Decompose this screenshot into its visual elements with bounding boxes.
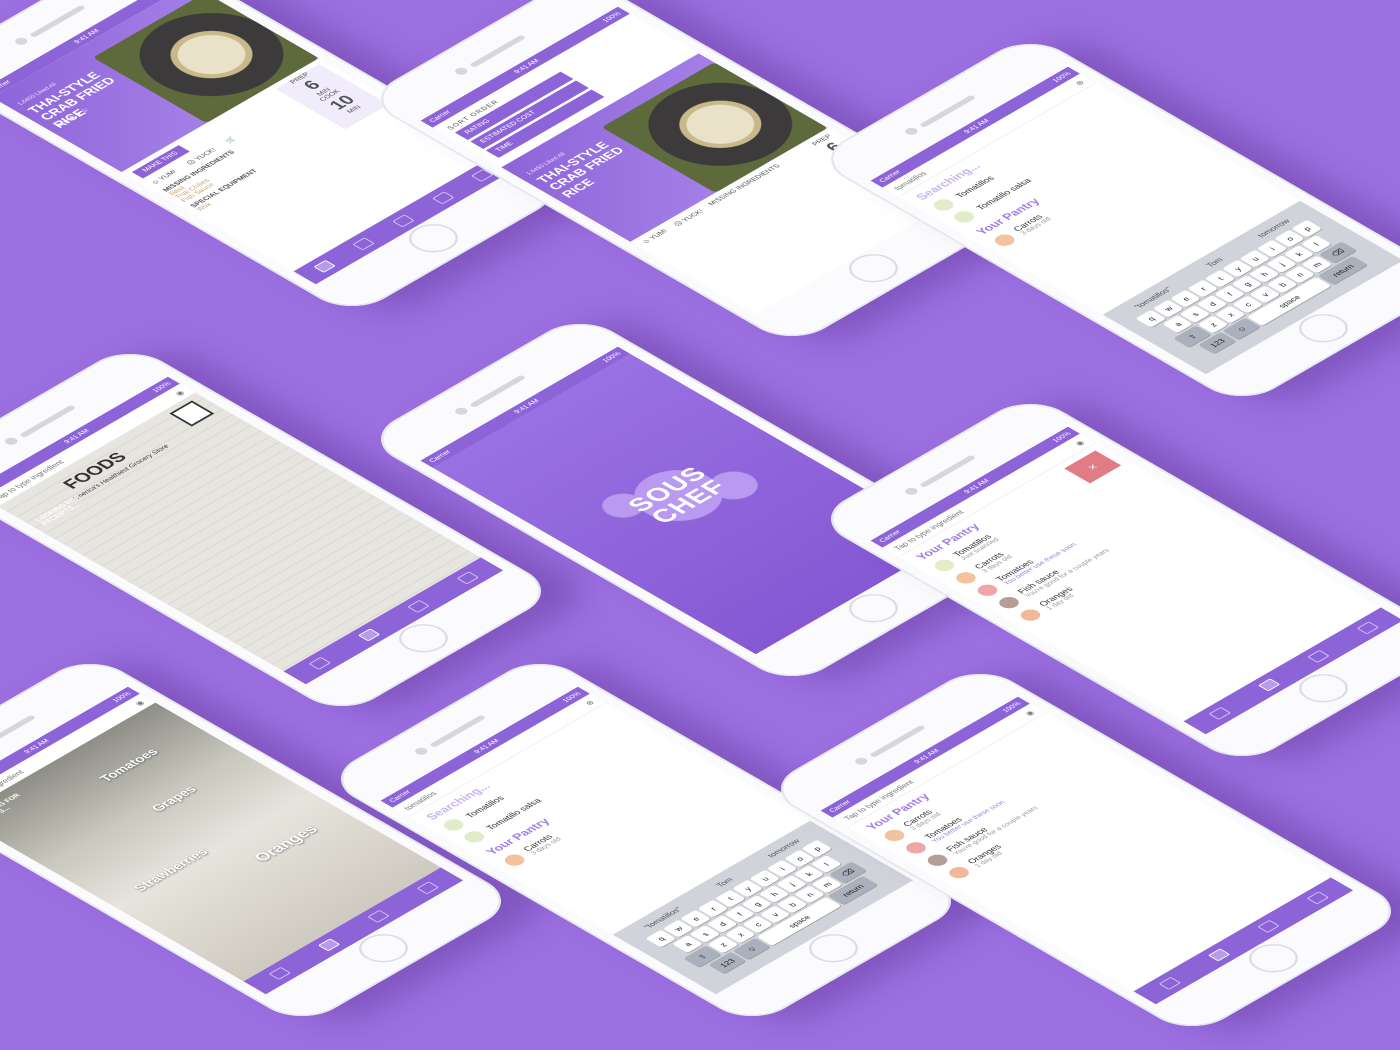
scan-status: LOOKING FOR RECEIPTS... (34, 494, 83, 527)
tab-bar (293, 157, 514, 285)
keyboard: "tomatillos" Tom tomorrow qwertyuiop asdfg… (1102, 200, 1400, 375)
suggestion[interactable]: Tom (1204, 256, 1225, 268)
speaker (869, 724, 927, 758)
speaker (469, 374, 527, 408)
status-bar: Carrier 9:41 AM 100% (420, 346, 630, 468)
item-dot (944, 864, 973, 881)
book-icon[interactable] (1158, 977, 1181, 991)
food-tag[interactable]: Grapes (148, 784, 200, 814)
item-dot (1016, 606, 1044, 623)
speaker (919, 94, 977, 128)
food-tag[interactable]: Tomatoes (96, 746, 161, 784)
camera-icon[interactable] (392, 214, 415, 228)
camera (2, 436, 20, 447)
speaker (469, 34, 527, 68)
mockup-canvas: { "status": {"carrier": "Carrier", "time… (0, 0, 1400, 1050)
food-tag[interactable]: Strawberries (130, 847, 211, 894)
speaker (429, 714, 487, 748)
camera-icon[interactable]: ◉ (133, 699, 147, 707)
yum-label: YUM! (648, 228, 670, 241)
camera-icon[interactable] (366, 910, 390, 924)
cart-tab-icon[interactable] (456, 571, 479, 585)
camera (452, 66, 470, 77)
item-dot (500, 851, 529, 868)
yuck-button[interactable]: ☹ YUCK! (672, 208, 729, 241)
carrier-label: Carrier (427, 449, 453, 464)
camera-icon[interactable] (1256, 920, 1280, 934)
yum-button[interactable]: ☺ YUM! (641, 229, 694, 260)
time-label: 9:41 AM (512, 398, 541, 415)
cart-tab-icon[interactable] (431, 191, 455, 205)
camera (902, 486, 920, 497)
yum-label: YUM! (157, 169, 179, 182)
battery-label: 100% (601, 350, 623, 364)
camera (852, 756, 870, 767)
camera-icon[interactable]: ◉ (173, 389, 187, 397)
list-icon[interactable] (1207, 948, 1230, 962)
cart-icon[interactable]: 🛒 (224, 136, 238, 144)
tab-bar (1183, 607, 1400, 735)
speaker (29, 4, 87, 38)
clear-icon[interactable]: ⊗ (583, 699, 597, 707)
camera-icon[interactable]: ◉ (1073, 439, 1087, 447)
list-icon[interactable] (357, 628, 380, 642)
receipt-icon[interactable] (169, 400, 215, 427)
scan-status: LOOKING FOR FOODS... (0, 792, 23, 825)
cart-tab-icon[interactable] (1356, 621, 1379, 635)
list-icon[interactable] (317, 938, 340, 952)
cart-tab-icon[interactable] (1306, 891, 1329, 905)
camera-icon[interactable] (1306, 650, 1330, 664)
cart-tab-icon[interactable] (416, 881, 439, 895)
book-icon[interactable] (268, 967, 291, 981)
book-icon[interactable] (1208, 707, 1231, 721)
food-tag[interactable]: Oranges (251, 823, 323, 864)
speaker (19, 404, 77, 438)
camera (412, 746, 430, 757)
yuck-label: YUCK! (680, 208, 706, 223)
clear-icon[interactable]: ⊗ (1073, 79, 1087, 87)
item-dot (990, 231, 1019, 248)
tab-bar (1133, 877, 1354, 1005)
sous-chef-logo: SOUS CHEF (570, 433, 787, 558)
camera-icon[interactable] (406, 600, 430, 614)
camera (902, 126, 920, 137)
book-icon[interactable] (308, 657, 331, 671)
missing-item: Fish Sauce (179, 182, 217, 204)
camera-icon[interactable]: ◉ (1023, 709, 1037, 717)
list-icon[interactable] (352, 237, 376, 251)
book-icon[interactable] (313, 259, 336, 273)
camera (452, 406, 470, 417)
speaker (919, 454, 977, 488)
camera (12, 36, 30, 47)
suggestion[interactable]: Tom (714, 876, 735, 888)
list-icon[interactable] (1257, 678, 1280, 692)
